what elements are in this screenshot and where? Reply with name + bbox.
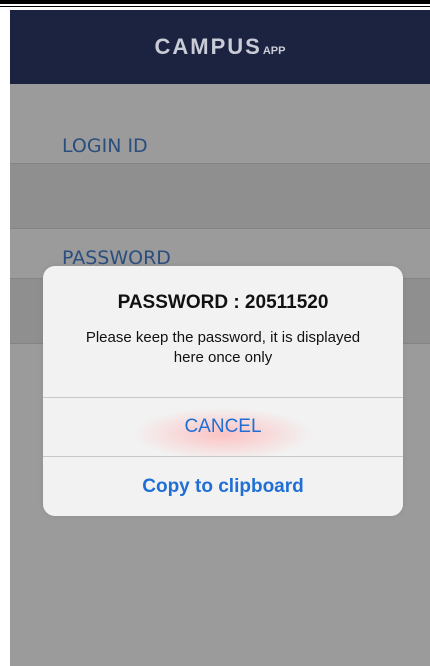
logo-sub-text: APP	[262, 45, 286, 57]
cancel-button[interactable]: CANCEL	[43, 398, 403, 456]
login-id-field[interactable]	[10, 163, 430, 229]
app-screen: CAMPUS APP LOGIN ID PASSWORD PASSWORD : …	[10, 10, 430, 666]
dialog-message: Please keep the password, it is displaye…	[85, 329, 361, 366]
top-border-thin	[0, 6, 430, 7]
login-id-label: LOGIN ID	[62, 135, 148, 157]
app-header: CAMPUS APP	[10, 10, 430, 84]
password-dialog: PASSWORD : 20511520 Please keep the pass…	[43, 266, 403, 516]
copy-to-clipboard-button[interactable]: Copy to clipboard	[43, 457, 403, 516]
dialog-title: PASSWORD : 20511520	[117, 292, 329, 313]
app-logo: CAMPUS APP	[155, 34, 286, 60]
top-border	[0, 0, 430, 4]
logo-main-text: CAMPUS	[154, 34, 262, 59]
